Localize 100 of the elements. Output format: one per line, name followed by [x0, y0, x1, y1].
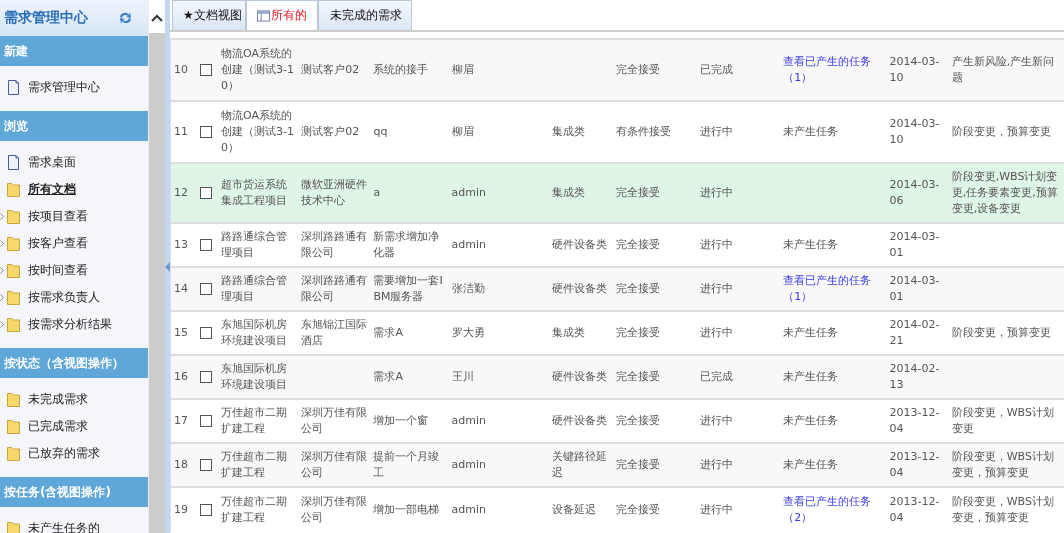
changes-cell: 阶段变更,WBS计划变更,任务要素变更,预算变更,设备变更 [951, 170, 1058, 215]
expand-caret-icon [0, 240, 4, 247]
category-cell: 集成类 [551, 186, 585, 199]
tab[interactable]: ★文档视图 [172, 0, 246, 30]
project-cell: 超市货运系统集成工程项目 [221, 178, 288, 207]
owner-cell: 张洁勤 [451, 282, 485, 295]
owner-cell: admin [451, 238, 487, 251]
sidebar-item[interactable]: 按客户查看 [0, 230, 148, 257]
customer-cell: 深圳万佳有限公司 [301, 406, 368, 435]
status-cell: 进行中 [700, 502, 734, 516]
owner-cell: 柳眉 [451, 125, 474, 138]
row-checkbox[interactable] [200, 415, 213, 427]
row-checkbox[interactable] [200, 187, 213, 199]
category-cell: 硬件设备类 [551, 370, 607, 383]
demand-cell: 增加一部电梯 [373, 502, 440, 516]
status-cell: 进行中 [700, 414, 734, 427]
folder-icon [7, 290, 20, 305]
project-cell: 万佳超市二期扩建工程 [221, 450, 288, 479]
row-checkbox[interactable] [200, 503, 213, 516]
row-checkbox[interactable] [200, 126, 213, 138]
project-cell: 物流OA系统的创建（测试3-10） [221, 109, 295, 154]
row-number: 17 [174, 414, 188, 427]
task-cell: 未产生任务 [783, 414, 839, 427]
customer-cell: 深圳万佳有限公司 [301, 494, 368, 524]
customer-cell: 深圳路路通有限公司 [301, 230, 368, 259]
task-link[interactable]: 查看已产生的任务（1） [783, 273, 884, 305]
category-cell: 硬件设备类 [551, 238, 607, 251]
customer-cell: 深圳万佳有限公司 [301, 450, 368, 479]
row-checkbox[interactable] [200, 283, 213, 295]
category-cell: 集成类 [551, 326, 585, 339]
sidebar-item[interactable]: 需求桌面 [0, 149, 148, 176]
refresh-icon[interactable] [117, 10, 134, 26]
sidebar-item[interactable]: 已完成需求 [0, 413, 148, 440]
changes-cell: 阶段变更，预算变更 [951, 125, 1051, 138]
row-checkbox[interactable] [200, 327, 213, 339]
demand-cell: a [373, 186, 381, 199]
sidebar-item[interactable]: 需求管理中心 [0, 74, 148, 101]
section-header: 新建 [0, 36, 148, 66]
customer-cell: 测试客户02 [301, 63, 360, 76]
status-cell: 进行中 [700, 326, 734, 339]
task-cell: 未产生任务 [783, 125, 839, 138]
task-cell: 未产生任务 [783, 326, 839, 339]
sidebar-item[interactable]: 未完成需求 [0, 386, 148, 413]
category-cell: 关键路径延迟 [551, 450, 607, 479]
demand-cell: 系统的接手 [373, 63, 429, 76]
scrollbar[interactable] [148, 0, 165, 533]
folder-icon [7, 419, 20, 434]
demand-cell: 需求A [373, 370, 403, 383]
expand-caret-icon [0, 267, 4, 274]
row-checkbox[interactable] [200, 371, 213, 383]
project-cell: 东旭国际机房环境建设项目 [221, 318, 288, 347]
category-cell: 设备延迟 [551, 502, 596, 516]
tab[interactable]: 未完成的需求 [318, 0, 412, 30]
customer-cell: 深圳路路通有限公司 [301, 274, 368, 303]
date-cell-text: 2014-03-01 [889, 273, 941, 305]
row-number: 10 [174, 63, 188, 76]
sidebar-item[interactable]: 按需求分析结果 [0, 311, 148, 338]
sidebar-item[interactable]: 按项目查看 [0, 203, 148, 230]
document-icon [7, 155, 20, 170]
section-header: 按状态（含视图操作） [0, 348, 148, 378]
acceptance-cell: 完全接受 [615, 63, 660, 76]
row-number: 12 [174, 186, 188, 199]
folder-icon [7, 209, 20, 224]
owner-cell: 柳眉 [451, 63, 474, 76]
sidebar-item[interactable]: 按需求负责人 [0, 284, 148, 311]
status-cell: 进行中 [700, 282, 734, 295]
expand-caret-icon [0, 321, 4, 328]
acceptance-cell: 完全接受 [615, 502, 660, 516]
sidebar-item[interactable]: 已放弃的需求 [0, 440, 148, 467]
customer-cell: 测试客户02 [301, 125, 360, 138]
row-checkbox[interactable] [200, 459, 213, 471]
demand-cell: 需求A [373, 326, 403, 339]
tab[interactable]: 所有的 [246, 0, 318, 30]
chevron-up-icon[interactable] [151, 14, 163, 22]
row-number: 18 [174, 458, 188, 471]
changes-cell: 阶段变更，WBS计划变更，预算变更 [951, 494, 1054, 524]
date-cell-text: 2013-12-04 [889, 493, 941, 526]
project-cell: 物流OA系统的创建（测试3-10） [221, 47, 295, 92]
date-cell-text: 2014-03-10 [889, 54, 941, 86]
sidebar-item[interactable]: 未产生任务的 [0, 515, 148, 533]
task-link[interactable]: 查看已产生的任务（1） [783, 54, 884, 86]
date-cell-text: 2013-12-04 [889, 449, 941, 481]
demand-cell: 增加一个窗 [373, 414, 429, 427]
section-header: 浏览 [0, 111, 148, 141]
customer-cell: 微软亚洲硬件技术中心 [301, 178, 368, 207]
category-cell: 硬件设备类 [551, 414, 607, 427]
sidebar-item[interactable]: 按时间查看 [0, 257, 148, 284]
row-checkbox[interactable] [200, 239, 213, 251]
date-cell-text: 2014-03-01 [889, 229, 941, 261]
status-cell: 已完成 [700, 63, 734, 76]
expand-caret-icon [0, 213, 4, 220]
document-icon [7, 80, 20, 95]
task-link[interactable]: 查看已产生的任务（2） [783, 493, 884, 526]
folder-icon [7, 392, 20, 407]
project-cell: 万佳超市二期扩建工程 [221, 406, 288, 435]
folder-icon [7, 446, 20, 461]
row-checkbox[interactable] [200, 64, 213, 76]
date-cell-text: 2014-03-06 [889, 177, 941, 209]
sidebar-item[interactable]: 所有文档 [0, 176, 148, 203]
project-cell: 万佳超市二期扩建工程 [221, 494, 288, 524]
